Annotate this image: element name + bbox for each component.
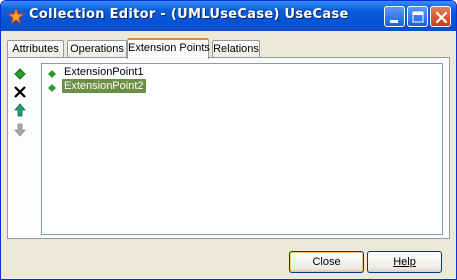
title-bar[interactable]: Collection Editor - (UMLUseCase) UseCase (1, 1, 456, 31)
tab-extension-points[interactable]: Extension Points (127, 38, 210, 59)
window-title: Collection Editor - (UMLUseCase) UseCase (29, 7, 349, 22)
delete-icon (14, 86, 26, 98)
diamond-icon (48, 82, 56, 92)
list-toolbar (11, 63, 31, 153)
delete-button[interactable] (11, 83, 29, 101)
diamond-icon (48, 68, 56, 78)
minimize-button[interactable] (384, 6, 405, 27)
extension-points-list[interactable]: ExtensionPoint1 ExtensionPoint2 (41, 63, 443, 235)
add-button[interactable] (11, 65, 29, 83)
tab-operations[interactable]: Operations (67, 40, 127, 58)
close-icon (435, 11, 448, 24)
list-item-label: ExtensionPoint1 (64, 66, 144, 78)
list-item-label: ExtensionPoint2 (62, 79, 146, 93)
tab-relations[interactable]: Relations (212, 40, 260, 58)
maximize-button[interactable] (407, 6, 428, 27)
move-up-button[interactable] (11, 101, 29, 119)
help-button[interactable]: Help (367, 251, 442, 273)
arrow-up-icon (14, 103, 26, 117)
add-icon (14, 68, 26, 80)
minimize-icon (390, 20, 398, 23)
collection-editor-window: Collection Editor - (UMLUseCase) UseCase… (0, 0, 457, 280)
star-icon (6, 6, 26, 26)
close-button[interactable]: Close (289, 251, 364, 273)
arrow-down-icon (14, 123, 26, 137)
close-window-button[interactable] (430, 6, 451, 27)
maximize-icon (412, 11, 424, 23)
tab-attributes[interactable]: Attributes (7, 40, 64, 58)
move-down-button[interactable] (11, 121, 29, 139)
